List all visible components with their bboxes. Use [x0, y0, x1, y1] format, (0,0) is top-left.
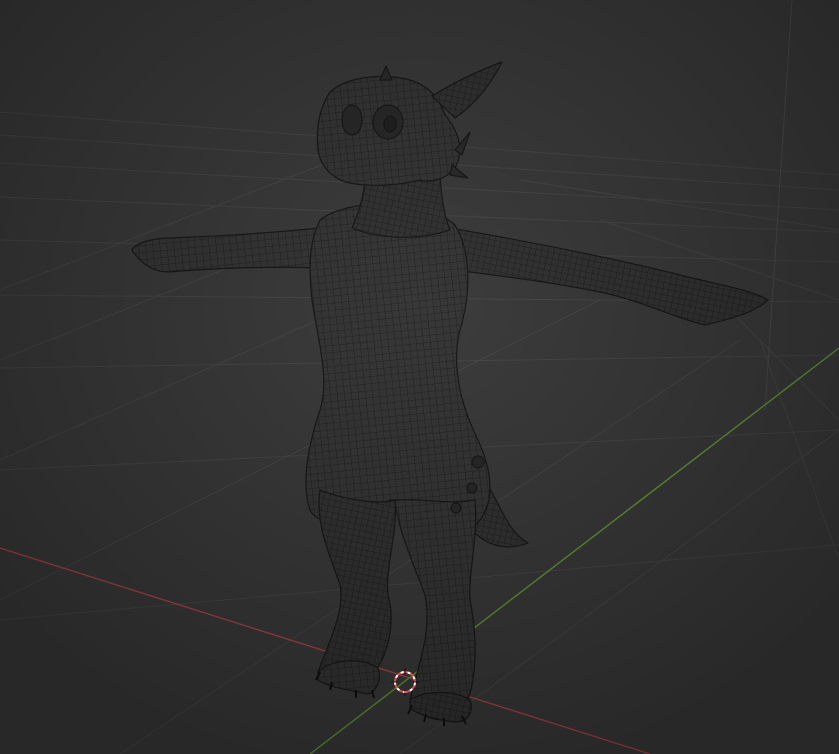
character-mesh-icon[interactable]	[131, 61, 769, 726]
z-axis-line	[764, 0, 793, 411]
x-axis-line	[0, 547, 651, 754]
3d-viewport[interactable]	[0, 0, 839, 754]
